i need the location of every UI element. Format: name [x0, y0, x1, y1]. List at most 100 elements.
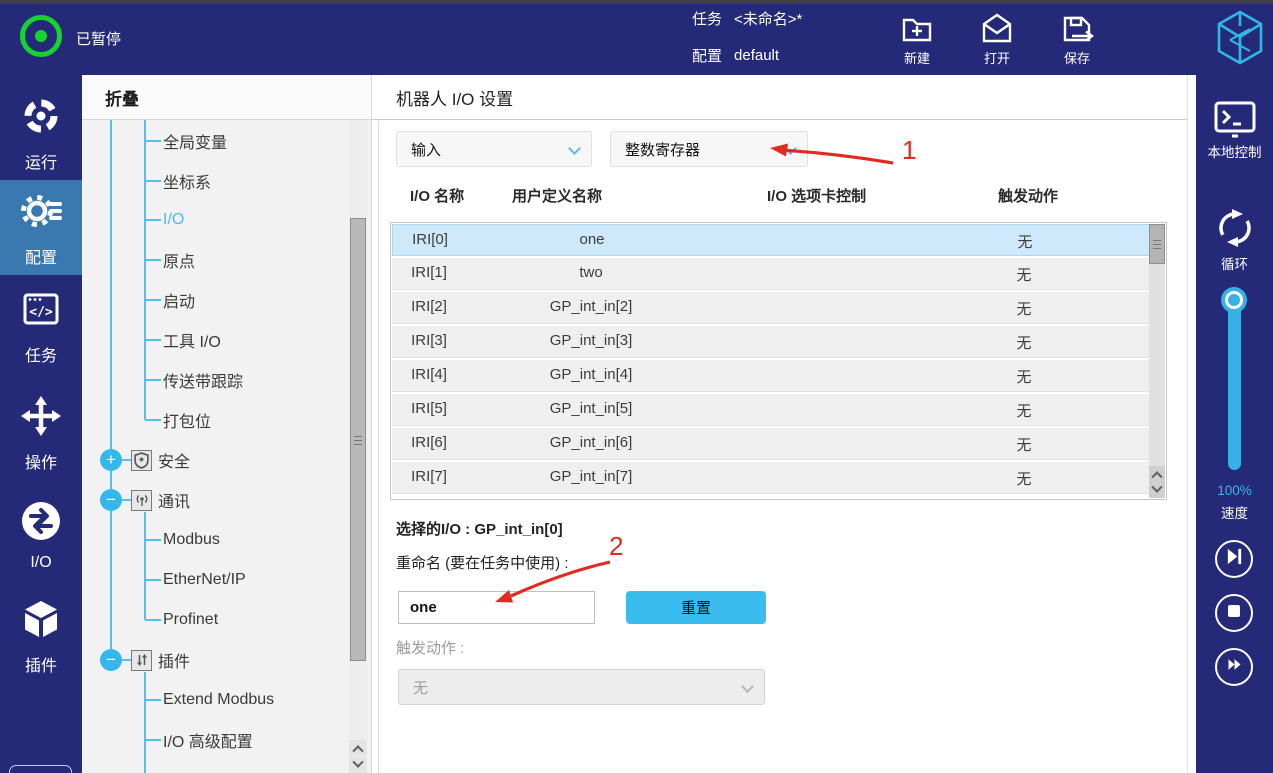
tree-item-extend-modbus[interactable]: Extend Modbus	[145, 686, 274, 714]
cell-user-name: GP_int_in[7]	[491, 468, 691, 485]
nav-item-run[interactable]: 运行	[0, 85, 82, 180]
nav-item-config[interactable]: 配置	[0, 180, 82, 275]
cell-trigger: 无	[974, 366, 1074, 387]
cell-io-name: IRI[2]	[394, 298, 464, 315]
scroll-up-button[interactable]	[1149, 466, 1165, 482]
speed-label: 速度	[1196, 502, 1273, 522]
tree-node-safety[interactable]: + 安全	[100, 446, 190, 474]
cell-io-name: IRI[5]	[394, 400, 464, 417]
cell-trigger: 无	[974, 468, 1074, 489]
terminal-icon[interactable]	[1213, 98, 1257, 143]
nav-item-plugins[interactable]: 插件	[0, 588, 82, 683]
new-button-label: 新建	[886, 48, 948, 67]
tree-node-communication[interactable]: − 通讯	[100, 486, 190, 514]
fast-forward-icon	[1225, 657, 1244, 677]
nav-item-task[interactable]: </> 任务	[0, 278, 82, 373]
tree-item-ethernet-ip[interactable]: EtherNet/IP	[145, 566, 246, 594]
speed-slider-track[interactable]	[1228, 300, 1241, 470]
table-row[interactable]: IRI[2]GP_int_in[2]无	[392, 292, 1165, 324]
robot-status-indicator[interactable]	[20, 15, 62, 57]
annotation-number-2: 2	[609, 531, 623, 562]
table-scrollbar-thumb[interactable]	[1149, 224, 1165, 264]
open-button[interactable]: 打开	[966, 10, 1028, 67]
tree-item-label: 打包位	[163, 408, 211, 432]
tree-trunk-line	[110, 120, 112, 660]
cell-io-name: IRI[6]	[394, 434, 464, 451]
tree-item-label: 工具 I/O	[163, 328, 221, 352]
collapse-icon[interactable]: −	[100, 649, 122, 671]
tree-item-conveyor-tracking[interactable]: 传送带跟踪	[145, 366, 243, 394]
reset-button[interactable]: 重置	[626, 591, 766, 624]
save-button[interactable]: 保存	[1046, 10, 1108, 67]
tree-item-profinet[interactable]: Profinet	[145, 606, 218, 634]
shield-icon	[131, 450, 152, 471]
loop-icon[interactable]	[1213, 206, 1257, 255]
tree-node-plugins[interactable]: − 插件	[100, 646, 190, 674]
status-dot-icon	[35, 30, 47, 42]
table-row[interactable]: IRI[6]GP_int_in[6]无	[392, 428, 1165, 460]
open-file-icon	[966, 10, 1028, 46]
tree-item-global-variables[interactable]: 全局变量	[145, 127, 227, 155]
cell-io-name: IRI[1]	[394, 264, 464, 281]
collapse-icon[interactable]: −	[100, 489, 122, 511]
left-sidebar: 运行 配置 </> 任务 操作 I/O 插件	[0, 75, 82, 773]
table-row[interactable]: IRI[4] GP_int_in[4] 无	[392, 360, 1165, 392]
rename-input[interactable]	[398, 591, 595, 624]
task-value: <未命名>*	[734, 8, 802, 29]
panel-edge	[378, 121, 379, 773]
tree-item-coordinate-system[interactable]: 坐标系	[145, 167, 211, 195]
tree-item-pallet[interactable]: 打包位	[145, 406, 211, 434]
top-bar: 已暂停 任务 <未命名>* 配置 default 新建 打开 保存	[0, 0, 1273, 75]
tree-item-label: 安全	[158, 448, 190, 472]
table-row[interactable]: IRI[0]one无	[392, 224, 1165, 256]
tree-collapse-header[interactable]: 折叠	[82, 75, 371, 120]
tree-connector	[122, 659, 131, 661]
register-type-select[interactable]: 整数寄存器	[610, 131, 808, 167]
new-button[interactable]: 新建	[886, 10, 948, 67]
stop-button[interactable]	[1215, 594, 1253, 632]
play-next-icon	[1225, 547, 1244, 571]
tree-scrollbar-thumb[interactable]	[350, 218, 366, 661]
rename-label: 重命名 (要在任务中使用) :	[396, 552, 569, 573]
table-row[interactable]: IRI[1]two无	[392, 258, 1165, 290]
nav-item-io[interactable]: I/O	[0, 487, 82, 582]
tree-item-io[interactable]: I/O	[145, 206, 184, 234]
table-scrollbar[interactable]	[1149, 224, 1165, 498]
tree-item-tool-io[interactable]: 工具 I/O	[145, 326, 221, 354]
nav-item-operate[interactable]: 操作	[0, 385, 82, 480]
nav-footer-button[interactable]	[9, 765, 72, 773]
scrollbar-grip	[1153, 240, 1161, 249]
scroll-up-button[interactable]	[349, 740, 367, 756]
tree-connector	[145, 339, 161, 341]
io-swap-icon	[18, 498, 64, 549]
tree-item-label: 启动	[163, 288, 195, 312]
cell-trigger: 无	[974, 298, 1074, 319]
status-label: 已暂停	[76, 28, 121, 49]
cell-user-name: GP_int_in[4]	[491, 366, 691, 383]
cell-io-name: IRI[4]	[394, 366, 464, 383]
nav-item-label: 运行	[25, 149, 57, 173]
table-row[interactable]: IRI[7]GP_int_in[7]无	[392, 462, 1165, 494]
scroll-down-button[interactable]	[349, 757, 367, 773]
tree-item-modbus[interactable]: Modbus	[145, 526, 220, 554]
step-play-button[interactable]	[1215, 540, 1253, 578]
expand-icon[interactable]: +	[100, 449, 122, 471]
table-row[interactable]: IRI[3]GP_int_in[3]无	[392, 326, 1165, 358]
tree-connector	[122, 459, 131, 461]
cell-user-name: GP_int_in[6]	[491, 434, 691, 451]
io-type-select[interactable]: 输入	[396, 131, 592, 167]
nav-item-label: 操作	[25, 449, 57, 473]
scroll-down-button[interactable]	[1149, 482, 1165, 498]
tree-item-home[interactable]: 原点	[145, 246, 195, 274]
table-row[interactable]: IRI[5]GP_int_in[5]无	[392, 394, 1165, 426]
trigger-action-value: 无	[413, 677, 428, 698]
tree-item-label: Extend Modbus	[163, 691, 274, 709]
nav-item-label: 配置	[25, 244, 57, 268]
tree-item-startup[interactable]: 启动	[145, 286, 195, 314]
column-header-io-tab-control: I/O 选项卡控制	[767, 185, 866, 206]
tree-connector	[145, 299, 161, 301]
tree-scrollbar[interactable]	[349, 120, 367, 773]
tree-item-io-advanced[interactable]: I/O 高级配置	[145, 726, 253, 754]
speed-slider-handle[interactable]	[1221, 287, 1247, 313]
fast-forward-button[interactable]	[1215, 648, 1253, 686]
